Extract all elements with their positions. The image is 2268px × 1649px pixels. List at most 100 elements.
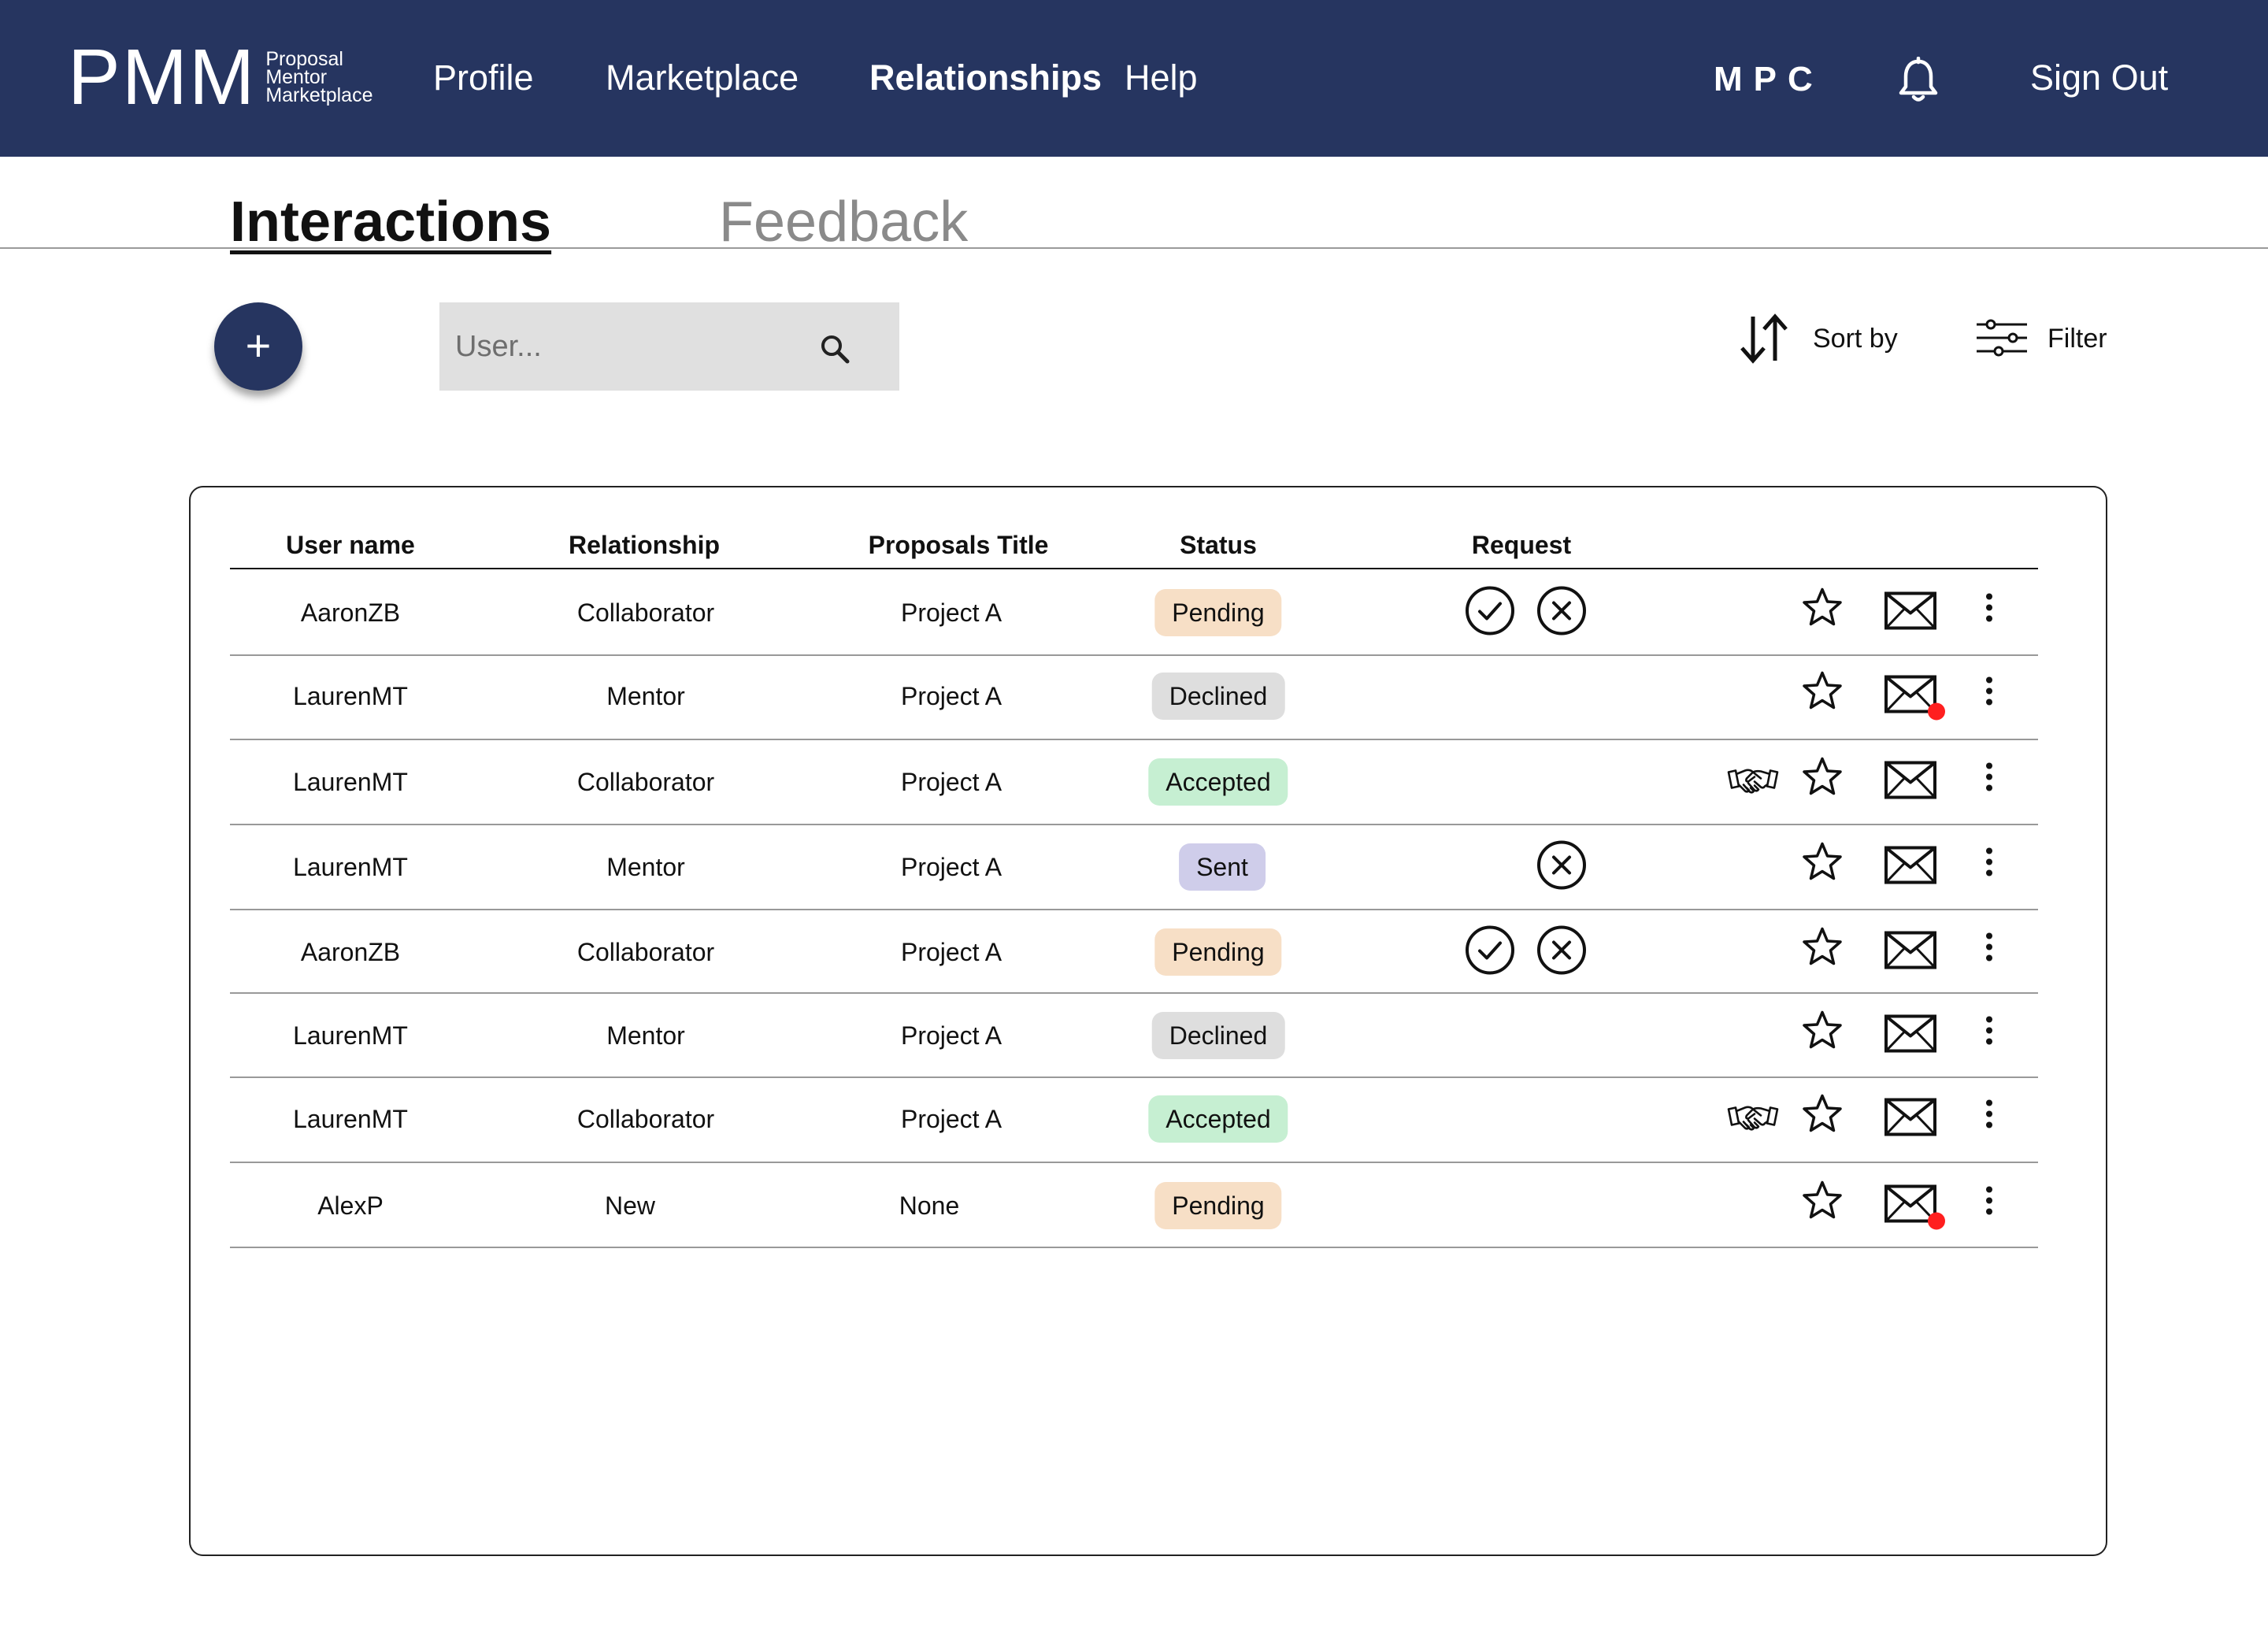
- filter-label[interactable]: Filter: [2048, 321, 2107, 356]
- more-options-icon[interactable]: [1984, 676, 1994, 711]
- table-header-divider: [230, 568, 2038, 569]
- status-badge: Declined: [1151, 673, 1285, 720]
- status-badge: Accepted: [1148, 1095, 1288, 1143]
- status-badge: Sent: [1179, 843, 1266, 891]
- logo-subtitle-line: Marketplace: [265, 83, 373, 106]
- filter-icon[interactable]: [1975, 318, 2029, 358]
- user-name-cell[interactable]: LaurenMT: [293, 851, 408, 883]
- nav-link-help[interactable]: Help: [1125, 54, 1198, 102]
- user-initials[interactable]: MPC: [1714, 57, 1824, 102]
- table-row[interactable]: LaurenMT Mentor Project A Declined: [0, 994, 2268, 1077]
- mail-icon[interactable]: [1884, 1098, 1937, 1141]
- star-icon[interactable]: [1802, 587, 1843, 632]
- add-interaction-button[interactable]: +: [214, 302, 302, 391]
- user-name-cell[interactable]: AaronZB: [301, 597, 400, 628]
- column-header-status[interactable]: Status: [1180, 529, 1257, 561]
- relationship-cell: Collaborator: [576, 598, 715, 627]
- top-navbar: PMM Proposal Mentor Marketplace Profile …: [0, 0, 2268, 157]
- mail-icon[interactable]: [1884, 931, 1937, 974]
- mail-icon[interactable]: [1884, 1184, 1945, 1230]
- proposal-title-cell: Project A: [900, 1105, 1002, 1133]
- decline-request-icon[interactable]: [1536, 586, 1587, 640]
- mail-icon[interactable]: [1884, 1014, 1937, 1058]
- decline-request-icon[interactable]: [1536, 925, 1587, 980]
- tab-feedback[interactable]: Feedback: [719, 189, 968, 255]
- more-options-icon[interactable]: [1984, 762, 1994, 797]
- more-options-icon[interactable]: [1984, 932, 1994, 967]
- status-badge: Pending: [1154, 589, 1282, 636]
- table-row[interactable]: LaurenMT Collaborator Project A Accepted: [0, 740, 2268, 824]
- table-row[interactable]: AlexP New None Pending: [0, 1164, 2268, 1247]
- relationship-cell: Mentor: [606, 1021, 685, 1050]
- proposal-title-cell: Project A: [900, 598, 1002, 627]
- search-input[interactable]: [455, 302, 817, 391]
- relationship-cell: New: [604, 1191, 656, 1220]
- status-badge: Pending: [1154, 1182, 1282, 1229]
- column-header-relationship[interactable]: Relationship: [569, 529, 720, 561]
- relationship-cell: Collaborator: [576, 938, 715, 966]
- table-row[interactable]: LaurenMT Collaborator Project A Accepted: [0, 1077, 2268, 1161]
- user-name-cell[interactable]: LaurenMT: [293, 680, 408, 712]
- star-icon[interactable]: [1802, 927, 1843, 972]
- relationship-cell: Collaborator: [576, 768, 715, 796]
- more-options-icon[interactable]: [1984, 847, 1994, 882]
- nav-link-marketplace[interactable]: Marketplace: [606, 54, 799, 102]
- handshake-icon: [1726, 766, 1780, 805]
- proposal-title-cell: Project A: [900, 938, 1002, 966]
- sort-icon[interactable]: [1736, 312, 1792, 365]
- column-header-request[interactable]: Request: [1472, 529, 1571, 561]
- sign-out-link[interactable]: Sign Out: [2030, 54, 2168, 102]
- relationship-cell: Mentor: [606, 682, 685, 710]
- status-badge: Accepted: [1148, 758, 1288, 806]
- more-options-icon[interactable]: [1984, 1015, 1994, 1051]
- row-divider: [230, 1247, 2038, 1248]
- proposal-title-cell: Project A: [900, 1021, 1002, 1050]
- logo-subtitle: Proposal Mentor Marketplace: [265, 49, 373, 106]
- table-row[interactable]: LaurenMT Mentor Project A Sent: [0, 825, 2268, 909]
- star-icon[interactable]: [1802, 757, 1843, 802]
- status-badge: Declined: [1151, 1012, 1285, 1059]
- table-row[interactable]: AaronZB Collaborator Project A Pending: [0, 571, 2268, 654]
- table-row[interactable]: LaurenMT Mentor Project A Declined: [0, 654, 2268, 738]
- star-icon[interactable]: [1802, 1010, 1843, 1055]
- status-badge: Pending: [1154, 928, 1282, 976]
- search-icon[interactable]: [819, 333, 850, 365]
- mail-icon[interactable]: [1884, 761, 1937, 804]
- bell-icon[interactable]: [1896, 57, 1940, 104]
- user-name-cell[interactable]: AaronZB: [301, 936, 400, 968]
- sort-by-label[interactable]: Sort by: [1813, 321, 1898, 356]
- table-row[interactable]: AaronZB Collaborator Project A Pending: [0, 910, 2268, 994]
- tabs-divider: [0, 247, 2268, 249]
- star-icon[interactable]: [1802, 842, 1843, 887]
- user-name-cell[interactable]: LaurenMT: [293, 1020, 408, 1051]
- user-name-cell[interactable]: AlexP: [317, 1190, 384, 1221]
- handshake-icon: [1726, 1103, 1780, 1142]
- brand-logo[interactable]: PMM Proposal Mentor Marketplace: [68, 36, 372, 118]
- tab-interactions[interactable]: Interactions: [230, 189, 551, 255]
- more-options-icon[interactable]: [1984, 1185, 1994, 1221]
- unread-dot: [1928, 1212, 1945, 1230]
- more-options-icon[interactable]: [1984, 1099, 1994, 1134]
- column-header-user-name[interactable]: User name: [286, 529, 415, 561]
- user-name-cell[interactable]: LaurenMT: [293, 766, 408, 798]
- mail-icon[interactable]: [1884, 675, 1945, 721]
- star-icon[interactable]: [1802, 1094, 1843, 1139]
- mail-icon[interactable]: [1884, 591, 1937, 635]
- column-header-proposals-title[interactable]: Proposals Title: [869, 529, 1049, 561]
- more-options-icon[interactable]: [1984, 592, 1994, 628]
- star-icon[interactable]: [1802, 1180, 1843, 1225]
- accept-request-icon[interactable]: [1465, 586, 1515, 640]
- star-icon[interactable]: [1802, 671, 1843, 716]
- user-name-cell[interactable]: LaurenMT: [293, 1103, 408, 1135]
- relationship-cell: Mentor: [606, 853, 685, 881]
- accept-request-icon[interactable]: [1465, 925, 1515, 980]
- relationship-cell: Collaborator: [576, 1105, 715, 1133]
- nav-link-profile[interactable]: Profile: [433, 54, 534, 102]
- decline-request-icon[interactable]: [1536, 840, 1587, 895]
- proposal-title-cell: None: [899, 1191, 960, 1220]
- mail-icon[interactable]: [1884, 846, 1937, 889]
- proposal-title-cell: Project A: [900, 682, 1002, 710]
- unread-dot: [1928, 702, 1945, 721]
- nav-link-relationships[interactable]: Relationships: [869, 54, 1102, 102]
- logo-mark: PMM: [68, 33, 257, 121]
